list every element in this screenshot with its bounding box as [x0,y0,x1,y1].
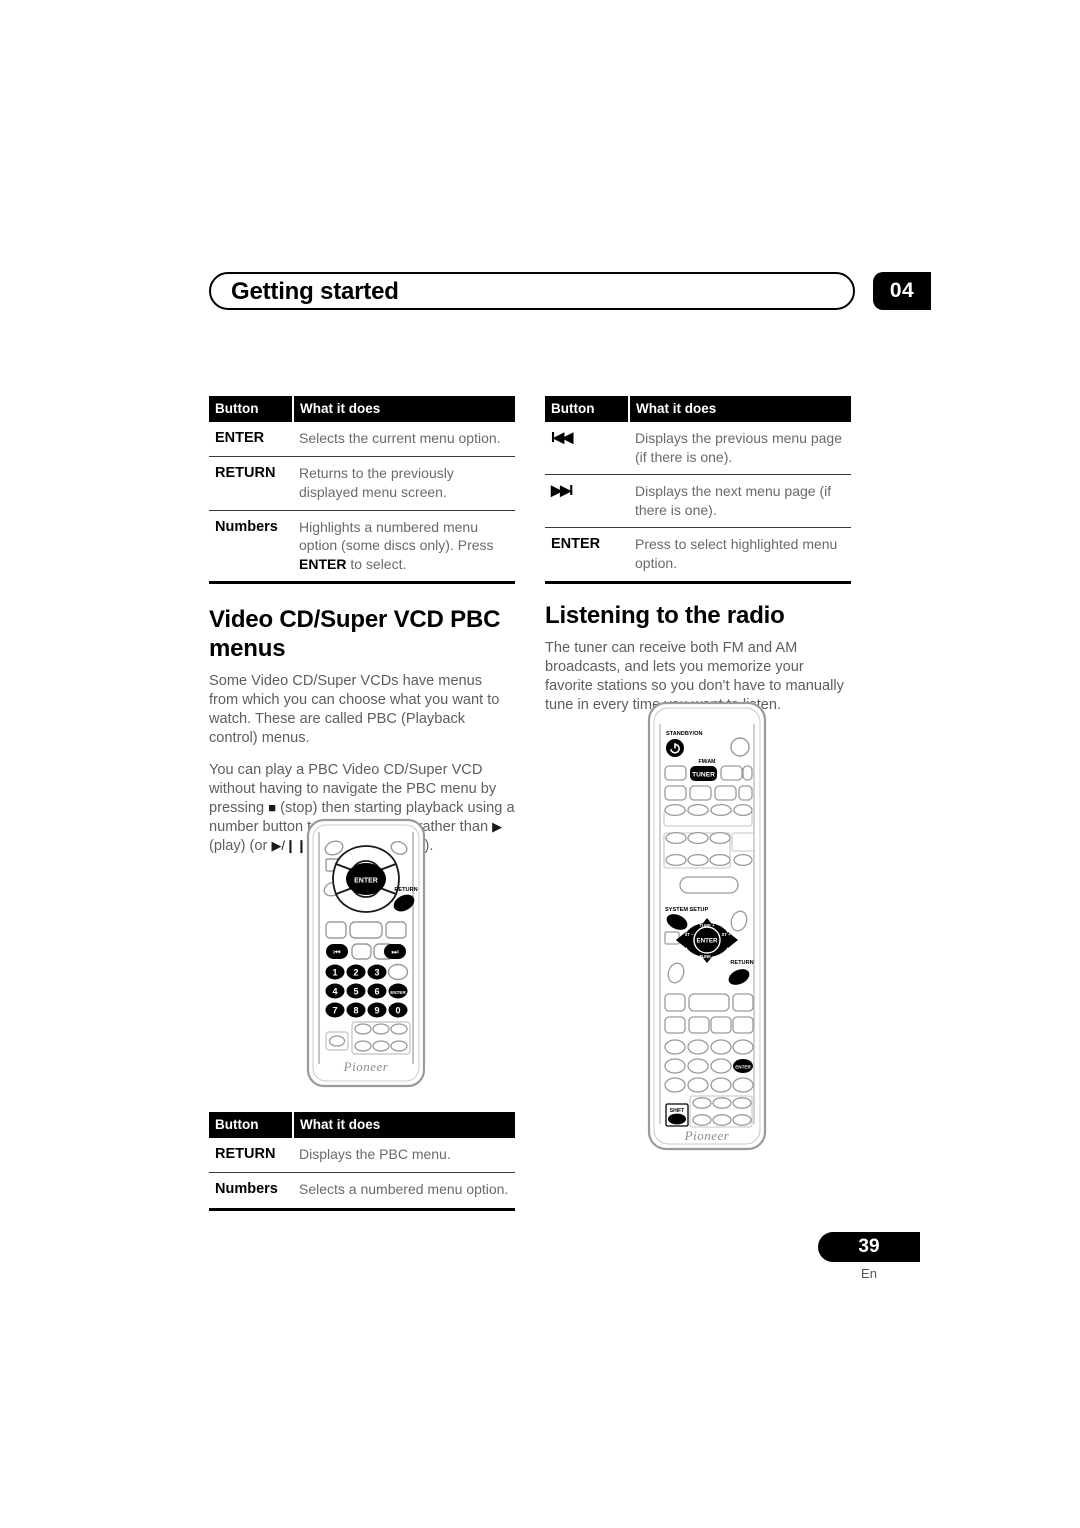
table-row: ENTER Press to select highlighted menu o… [545,527,851,583]
svg-text:STANDBY/ON: STANDBY/ON [666,731,703,737]
button-description: Displays the previous menu page (if ther… [635,430,843,465]
svg-text:5: 5 [353,987,358,997]
svg-text:ENTER: ENTER [354,878,378,885]
tuner-remote-illustration: STANDBY/ON FM/AM TUNER SYSTEM SETUP ENTE… [644,700,770,1157]
manual-page: Getting started 04 Button What it does E… [0,0,1080,1528]
running-header: Getting started 04 [209,272,931,310]
svg-text:SYSTEM SETUP: SYSTEM SETUP [665,907,708,913]
page-title: Getting started [231,278,399,305]
dvd-menu-button-table: Button What it does ENTER Selects the cu… [209,396,515,586]
table-row: Ɩ◀◀ Displays the previous menu page (if … [545,422,851,475]
section-heading-vcd: Video CD/Super VCD PBC menus [209,606,501,662]
language-code: En [861,1266,877,1281]
table-header-row: Button What it does [209,396,515,422]
table-row: ENTER Selects the current menu option. [209,422,515,457]
table-row: RETURN Displays the PBC menu. [209,1138,515,1173]
section-heading-radio: Listening to the radio [545,601,785,629]
table-row: Numbers Selects a numbered menu option. [209,1172,515,1210]
table-header-row: Button What it does [545,396,851,422]
vcd-paragraph-1: Some Video CD/Super VCDs have menus from… [209,672,500,746]
button-description: Highlights a numbered menu option (some … [293,509,515,583]
col-header-button: Button [209,1112,294,1138]
col-header-what-it-does: What it does [636,401,717,416]
left-column: Button What it does ENTER Selects the cu… [209,396,515,856]
svg-text:ST +: ST + [722,932,732,937]
svg-text:Pioneer: Pioneer [343,1059,389,1074]
pbc-table-wrapper: Button What it does RETURN Displays the … [209,1112,515,1212]
svg-text:TUNER: TUNER [692,772,715,779]
button-description: Selects a numbered menu option. [293,1172,515,1210]
svg-text:⏮: ⏮ [333,948,340,957]
button-label: Numbers [209,509,293,583]
button-label: RETURN [209,456,293,510]
svg-text:9: 9 [374,1006,379,1016]
desc-part-1: Highlights a numbered menu option (some … [299,518,494,554]
next-track-icon: ▶▶Ɩ [545,474,629,528]
page-footer: 39 En [818,1232,920,1281]
svg-text:6: 6 [374,987,379,997]
button-label: ENTER [545,527,629,583]
svg-text:⏭: ⏭ [391,948,398,957]
svg-text:TUNE +: TUNE + [699,923,715,928]
button-description: Displays the next menu page (if there is… [629,474,851,528]
svg-text:ST –: ST – [685,932,695,937]
table-row: RETURN Returns to the previously display… [209,456,515,510]
button-label: ENTER [215,430,265,446]
svg-text:0: 0 [395,1006,400,1016]
svg-text:4: 4 [332,987,337,997]
svg-text:1: 1 [332,968,337,978]
table-bottom-rule [209,581,515,586]
svg-text:2: 2 [353,968,358,978]
svg-text:RETURN: RETURN [394,887,417,893]
stop-icon: ■ [268,799,277,815]
desc-part-2: to select. [346,555,407,572]
page-number-badge: 39 [818,1232,920,1262]
svg-text:ENTER: ENTER [697,938,719,945]
button-description: Selects the current menu option. [299,430,501,446]
svg-text:8: 8 [353,1006,358,1016]
svg-text:Pioneer: Pioneer [684,1128,730,1143]
play-icon: ▶ [492,818,503,834]
svg-text:RETURN: RETURN [730,960,753,966]
right-column: Button What it does Ɩ◀◀ Displays the pre… [545,396,851,715]
table-bottom-rule [209,1207,515,1212]
pbc-menu-button-table: Button What it does RETURN Displays the … [209,1112,515,1212]
svg-text:ENTER: ENTER [735,1065,751,1070]
svg-text:FM/AM: FM/AM [699,759,716,765]
table-header-row: Button What it does [209,1112,515,1138]
vcd-menu-button-table: Button What it does Ɩ◀◀ Displays the pre… [545,396,851,585]
shift-button [668,1113,686,1125]
svg-text:7: 7 [332,1006,337,1016]
col-header-what-it-does: What it does [300,1117,381,1132]
button-label: RETURN [215,1146,276,1162]
desc-bold-enter: ENTER [299,555,347,572]
table-bottom-rule [545,581,851,585]
svg-text:ENTER: ENTER [390,990,406,995]
button-description: Returns to the previously displayed menu… [293,456,515,510]
button-description: Press to select highlighted menu option. [629,527,851,583]
chapter-badge: 04 [873,272,931,310]
col-header-button: Button [545,396,630,422]
col-header-button: Button [209,396,294,422]
button-description: Displays the PBC menu. [299,1146,451,1162]
svg-text:SHIFT: SHIFT [670,1108,684,1114]
button-label: Numbers [209,1172,293,1210]
table-row: Numbers Highlights a numbered menu optio… [209,509,515,583]
table-row: ▶▶Ɩ Displays the next menu page (if ther… [545,474,851,528]
svg-text:TUNE –: TUNE – [700,954,716,959]
dvd-remote-illustration: ENTER RETURN ⏮ ⏭ 1 2 3 4 5 6 ENTER 7 8 9… [302,818,430,1095]
previous-track-icon: Ɩ◀◀ [551,430,573,446]
col-header-what-it-does: What it does [300,401,381,416]
vcd-p2-c: (play) (or [209,837,272,854]
svg-text:3: 3 [374,968,379,978]
